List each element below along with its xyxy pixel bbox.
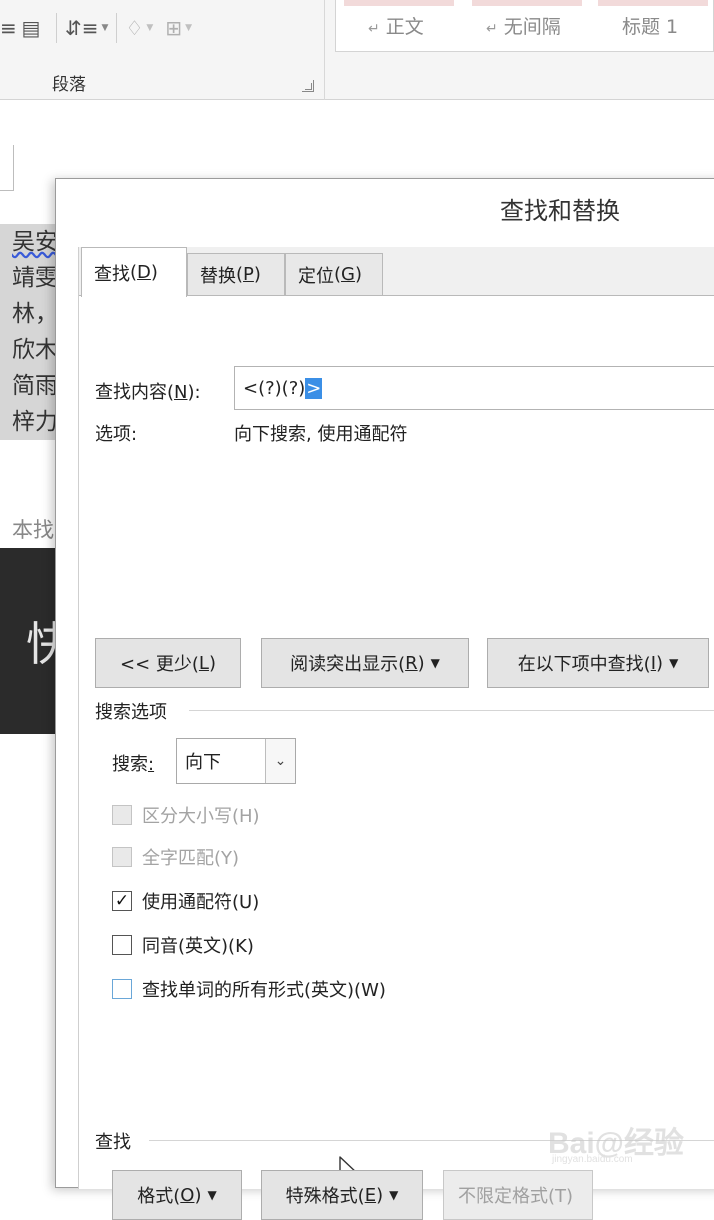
document-dark-block: 快 — [0, 548, 72, 734]
search-direction-label: 搜索: — [112, 754, 155, 775]
ribbon: ≡ ▤ ⇵≡ ▼ ♢ ▼ ⊞ ▼ 段落 ↵ 正文 ↵ 无间隔 标题 1 — [0, 0, 714, 100]
sounds-like-checkbox[interactable] — [112, 935, 132, 955]
dropdown-arrow-icon: ▼ — [389, 1188, 399, 1202]
document-line: 吴安 — [0, 224, 56, 260]
less-button[interactable]: << 更少(L) — [95, 638, 241, 688]
tab-goto[interactable]: 定位(G) — [285, 253, 383, 295]
find-tab-panel: 查找内容(N): <(?)(?) > 选项: 向下搜索, 使用通配符 << 更少(… — [79, 295, 714, 1220]
dialog-title: 查找和替换 — [500, 197, 620, 225]
whole-word-option[interactable]: 全字匹配(Y) — [112, 844, 239, 870]
special-button[interactable]: 特殊格式(E) ▼ — [261, 1170, 423, 1220]
style-no-spacing-label: 无间隔 — [503, 16, 561, 38]
find-section-heading: 查找 — [95, 1132, 131, 1153]
options-label: 选项: — [95, 424, 138, 445]
all-word-forms-checkbox[interactable] — [112, 979, 132, 999]
dropdown-arrow-icon: ▼ — [207, 1188, 217, 1202]
dropdown-arrow-icon: ▼ — [430, 656, 440, 670]
style-heading-1-label: 标题 1 — [622, 16, 679, 38]
document-line: 靖雯 — [0, 260, 56, 296]
paragraph-group: ≡ ▤ ⇵≡ ▼ ♢ ▼ ⊞ ▼ 段落 — [0, 0, 325, 100]
align-justify-icon[interactable]: ≡ — [0, 13, 17, 43]
styles-gallery: ↵ 正文 ↵ 无间隔 标题 1 — [335, 0, 714, 52]
document-line: 简雨 — [0, 368, 56, 404]
selected-text: > — [305, 377, 323, 399]
dialog-body: 查找(D) 替换(P) 定位(G) 查找内容(N): <(?)(?) > 选项: … — [78, 247, 714, 1220]
tab-replace[interactable]: 替换(P) — [187, 253, 285, 295]
match-case-checkbox[interactable] — [112, 805, 132, 825]
reading-highlight-button[interactable]: 阅读突出显示(R) ▼ — [261, 638, 469, 688]
whole-word-checkbox[interactable] — [112, 847, 132, 867]
shading-icon[interactable]: ♢ ▼ — [125, 13, 153, 43]
search-options-heading: 搜索选项 — [95, 702, 167, 723]
document-line: 林， — [0, 296, 56, 332]
chevron-down-icon: ▼ — [185, 23, 192, 33]
chevron-down-icon: ▼ — [146, 23, 154, 33]
all-word-forms-option[interactable]: 查找单词的所有形式(英文)(W) — [112, 976, 386, 1002]
find-what-label: 查找内容(N): — [95, 382, 201, 403]
format-button[interactable]: 格式(O) ▼ — [112, 1170, 242, 1220]
line-spacing-icon[interactable]: ⇵≡ ▼ — [65, 13, 108, 43]
style-swatch — [598, 0, 708, 6]
no-formatting-button[interactable]: 不限定格式(T) — [443, 1170, 593, 1220]
section-divider — [189, 710, 714, 711]
margin-marker — [0, 145, 14, 191]
document-line: 梓力 — [0, 404, 56, 440]
checkmark-icon: ✓ — [114, 890, 130, 911]
dropdown-arrow-icon: ▼ — [669, 656, 679, 670]
find-in-button[interactable]: 在以下项中查找(I) ▼ — [487, 638, 709, 688]
style-normal-label: 正文 — [385, 16, 424, 38]
paragraph-group-label: 段落 — [52, 75, 86, 95]
paragraph-toolbar: ≡ ▤ ⇵≡ ▼ ♢ ▼ ⊞ ▼ — [0, 10, 192, 46]
toolbar-divider — [56, 13, 57, 43]
match-case-option[interactable]: 区分大小写(H) — [112, 802, 260, 828]
style-swatch — [472, 0, 582, 6]
distributed-align-icon[interactable]: ▤ — [14, 13, 48, 43]
find-what-input[interactable]: <(?)(?) > — [234, 366, 714, 410]
find-replace-dialog: 查找和替换 查找(D) 替换(P) 定位(G) 查找内容(N): <(?)(?)… — [55, 178, 714, 1220]
chevron-down-icon[interactable]: ⌄ — [265, 739, 295, 783]
watermark-logo: Bai@经验 jingyan.baidu.com — [548, 1104, 708, 1174]
style-heading-1[interactable]: 标题 1 — [622, 12, 678, 39]
chevron-down-icon: ▼ — [101, 23, 109, 33]
document-note: 本找 — [12, 518, 54, 542]
search-direction-select[interactable]: 向下 ⌄ — [176, 738, 296, 784]
document-line: 欣木 — [0, 332, 56, 368]
style-no-spacing[interactable]: ↵ 无间隔 — [486, 12, 561, 39]
wildcards-option[interactable]: ✓ 使用通配符(U) — [112, 888, 259, 914]
paragraph-mark-icon: ↵ — [368, 21, 380, 37]
style-normal[interactable]: ↵ 正文 — [368, 12, 424, 39]
paragraph-mark-icon: ↵ — [486, 21, 498, 37]
wildcards-checkbox[interactable]: ✓ — [112, 891, 132, 911]
watermark-sub: jingyan.baidu.com — [552, 1154, 633, 1165]
sounds-like-option[interactable]: 同音(英文)(K) — [112, 932, 254, 958]
dialog-launcher-icon[interactable] — [302, 80, 314, 92]
style-swatch — [344, 0, 454, 6]
options-value: 向下搜索, 使用通配符 — [234, 424, 408, 445]
toolbar-divider — [116, 13, 118, 43]
borders-icon[interactable]: ⊞ ▼ — [165, 13, 192, 43]
tab-find[interactable]: 查找(D) — [81, 247, 187, 297]
